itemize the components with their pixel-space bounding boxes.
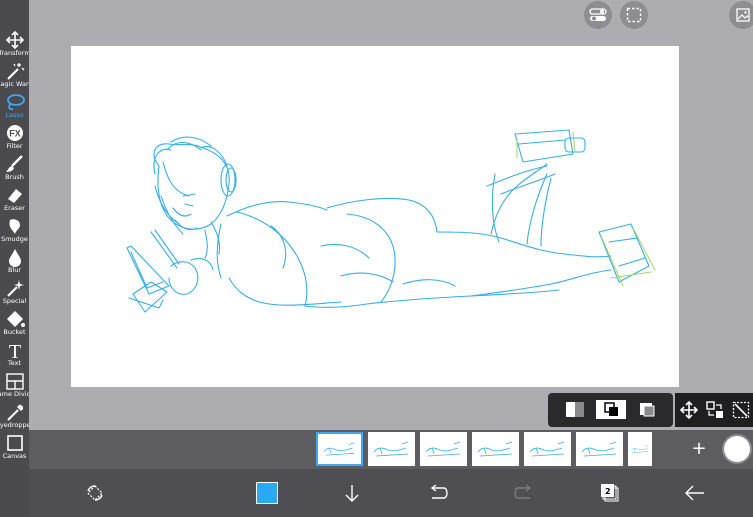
- frame-sketch-preview: [373, 441, 409, 457]
- transform-options-panel: [548, 393, 673, 427]
- transform-arrows-icon: [5, 30, 24, 50]
- redo-icon: [514, 484, 532, 499]
- front-layer-option[interactable]: [596, 400, 626, 419]
- undo-icon: [430, 484, 448, 499]
- fx-icon: FX: [6, 125, 23, 141]
- back-layer-option[interactable]: [632, 400, 662, 419]
- tool-label: Eraser: [4, 204, 25, 212]
- tool-lasso[interactable]: Lasso: [0, 92, 29, 123]
- tool-label: Special: [2, 297, 27, 305]
- layer-count: 2: [605, 487, 611, 496]
- eyedropper-icon: [6, 404, 23, 421]
- frame-thumbnail[interactable]: [316, 432, 363, 466]
- smudge-icon: [9, 219, 20, 234]
- move-arrows-icon[interactable]: [680, 401, 698, 419]
- magic-wand-icon: [6, 63, 24, 80]
- frame-sketch-preview: [529, 441, 565, 457]
- layers-button[interactable]: 2: [596, 479, 624, 507]
- tool-frame-divider[interactable]: Frame Divider: [0, 371, 29, 402]
- arrow-down-icon: [345, 485, 359, 502]
- toggle-icon: [589, 8, 607, 21]
- lasso-icon: [6, 94, 25, 111]
- tool-label: Canvas: [2, 452, 27, 460]
- dashed-square-icon: [626, 7, 642, 23]
- canvas-icon: [6, 435, 23, 451]
- back-button[interactable]: [681, 479, 709, 507]
- bottom-toolbar: 2: [29, 469, 753, 517]
- tool-label: Brush: [5, 173, 24, 181]
- gallery-button[interactable]: [729, 1, 753, 29]
- tool-bucket[interactable]: Bucket: [0, 309, 29, 340]
- tool-label: Eyedropper: [0, 421, 29, 429]
- frame-sketch-preview: [425, 441, 461, 457]
- tool-label: Magic Wand: [0, 80, 29, 88]
- distort-icon[interactable]: [732, 401, 750, 419]
- tool-sidebar: Transform Magic Wand Lasso FX Filter Brush Era…: [0, 0, 29, 517]
- eraser-icon: [7, 189, 22, 203]
- text-icon: T: [8, 341, 20, 360]
- transform-mode-panel: [675, 393, 753, 427]
- tool-label: Transform: [0, 49, 29, 57]
- quick-transform-button[interactable]: [81, 479, 109, 507]
- drop-icon: [8, 249, 21, 267]
- frame-thumbnail[interactable]: [420, 432, 467, 466]
- undo-button[interactable]: [424, 479, 452, 507]
- rotate-transform-icon: [87, 485, 103, 501]
- tool-eraser[interactable]: Eraser: [0, 185, 29, 216]
- tool-label: Lasso: [5, 111, 24, 119]
- frame-sketch-preview: [323, 442, 355, 456]
- sketch-drawing: [126, 129, 656, 313]
- tool-magic-wand[interactable]: Magic Wand: [0, 61, 29, 92]
- tool-brush[interactable]: Brush: [0, 154, 29, 185]
- brush-color-button[interactable]: [253, 479, 281, 507]
- sparkle-icon: [6, 280, 24, 297]
- overlap-back-icon: [640, 403, 655, 417]
- tool-canvas[interactable]: Canvas: [0, 433, 29, 464]
- frame-divider-icon: [5, 373, 24, 390]
- frame-thumbnail[interactable]: [368, 432, 415, 466]
- frame-thumbnail[interactable]: [628, 432, 652, 466]
- tool-text[interactable]: T Text: [0, 340, 29, 371]
- image-icon: [736, 8, 750, 22]
- flip-horizontal-option[interactable]: [560, 400, 590, 419]
- frames-strip: +: [29, 430, 753, 469]
- half-fill-icon: [566, 402, 584, 417]
- add-frame-button[interactable]: +: [689, 439, 709, 459]
- tool-label: Filter: [6, 142, 23, 150]
- arrow-left-icon: [685, 485, 704, 501]
- redo-button[interactable]: [510, 479, 538, 507]
- svg-text:T: T: [8, 341, 20, 360]
- frame-thumbnail[interactable]: [524, 432, 571, 466]
- tool-label: Bucket: [3, 328, 26, 336]
- tool-blur[interactable]: Blur: [0, 247, 29, 278]
- selection-button[interactable]: [620, 1, 648, 29]
- brush-icon: [5, 155, 23, 172]
- drawing-canvas[interactable]: [71, 46, 679, 387]
- toggle-view-button[interactable]: [584, 1, 612, 29]
- tool-label: Frame Divider: [0, 390, 29, 398]
- frame-thumbnail[interactable]: [576, 432, 623, 466]
- overlap-front-icon: [604, 402, 618, 416]
- tool-label: Smudge: [1, 235, 28, 243]
- tool-eyedropper[interactable]: Eyedropper: [0, 402, 29, 433]
- tool-transform[interactable]: Transform: [0, 30, 29, 61]
- color-picker-button[interactable]: [724, 436, 750, 462]
- frame-sketch-preview: [477, 441, 513, 457]
- tool-smudge[interactable]: Smudge: [0, 216, 29, 247]
- tool-filter[interactable]: FX Filter: [0, 123, 29, 154]
- brush-color-swatch: [256, 482, 278, 504]
- bucket-icon: [6, 311, 25, 327]
- frame-sketch-preview: [630, 445, 649, 453]
- frame-sketch-preview: [581, 441, 617, 457]
- tool-label: Text: [7, 359, 22, 367]
- tool-special[interactable]: Special: [0, 278, 29, 309]
- tool-label: Blur: [7, 266, 22, 274]
- save-down-button[interactable]: [338, 479, 366, 507]
- svg-text:FX: FX: [9, 129, 21, 139]
- frame-thumbnail[interactable]: [472, 432, 519, 466]
- scale-rotate-icon[interactable]: [706, 401, 724, 419]
